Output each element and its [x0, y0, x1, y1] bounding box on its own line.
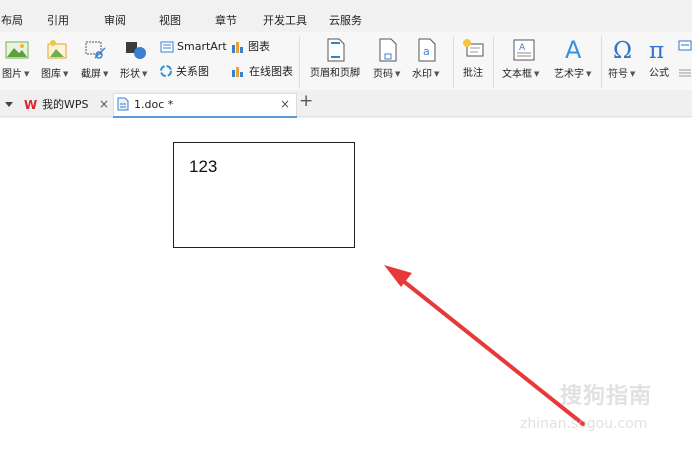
watermark-url: zhinan.sogou.com	[520, 416, 648, 432]
watermark-brand: 搜狗指南	[560, 384, 653, 409]
